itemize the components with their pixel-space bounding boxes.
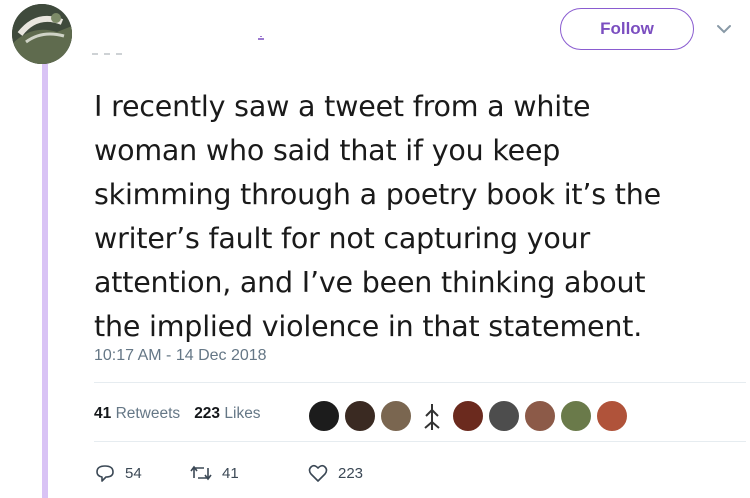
retweet-count: 41 [222, 464, 239, 482]
reply-button[interactable]: 54 [94, 462, 142, 484]
divider [94, 382, 746, 383]
liker-avatar[interactable] [560, 400, 592, 432]
tweet-timestamp[interactable]: 10:17 AM - 14 Dec 2018 [94, 347, 267, 365]
liker-avatar[interactable] [596, 400, 628, 432]
likes-count: 223 [194, 405, 221, 422]
reply-count: 54 [125, 464, 142, 482]
tweet-line: writer’s fault for not capturing your [94, 222, 591, 255]
divider [94, 441, 746, 442]
retweet-button[interactable]: 41 [189, 462, 239, 484]
liker-avatar[interactable] [488, 400, 520, 432]
chevron-down-icon[interactable] [715, 22, 733, 36]
liker-avatar[interactable] [308, 400, 340, 432]
retweets-stat[interactable]: 41 Retweets [94, 405, 180, 423]
liker-avatar[interactable] [452, 400, 484, 432]
handle [88, 44, 128, 55]
follow-button[interactable]: Follow [560, 8, 694, 50]
heart-icon [308, 464, 328, 482]
like-count: 223 [338, 464, 364, 482]
avatar[interactable] [12, 4, 72, 64]
tweet-line: I recently saw a tweet from a white [94, 90, 591, 123]
handle-glyph [92, 53, 122, 55]
liker-avatar[interactable] [344, 400, 376, 432]
liker-avatars [308, 398, 648, 434]
liker-avatar[interactable] [416, 400, 448, 432]
tweet-line: the implied violence in that statement. [94, 310, 643, 343]
tweet-text: I recently saw a tweet from a white woma… [94, 85, 744, 349]
retweets-count: 41 [94, 405, 112, 422]
tweet-stats: 41 Retweets 223 Likes [94, 405, 261, 423]
avatar-image [12, 4, 72, 64]
tweet-line: attention, and I’ve been thinking about [94, 266, 646, 299]
retweets-label: Retweets [115, 405, 181, 422]
liker-avatar[interactable] [380, 400, 412, 432]
retweet-icon [190, 465, 212, 481]
liker-avatar[interactable] [524, 400, 556, 432]
display-name[interactable] [257, 28, 265, 40]
like-button[interactable]: 223 [307, 462, 363, 484]
likes-stat[interactable]: 223 Likes [194, 405, 260, 423]
thread-line [42, 60, 48, 498]
reply-icon [96, 465, 114, 482]
tweet-line: woman who said that if you keep [94, 134, 561, 167]
likes-label: Likes [224, 405, 261, 422]
display-name-glyph [258, 36, 264, 40]
tweet-line: skimming through a poetry book it’s the [94, 178, 661, 211]
